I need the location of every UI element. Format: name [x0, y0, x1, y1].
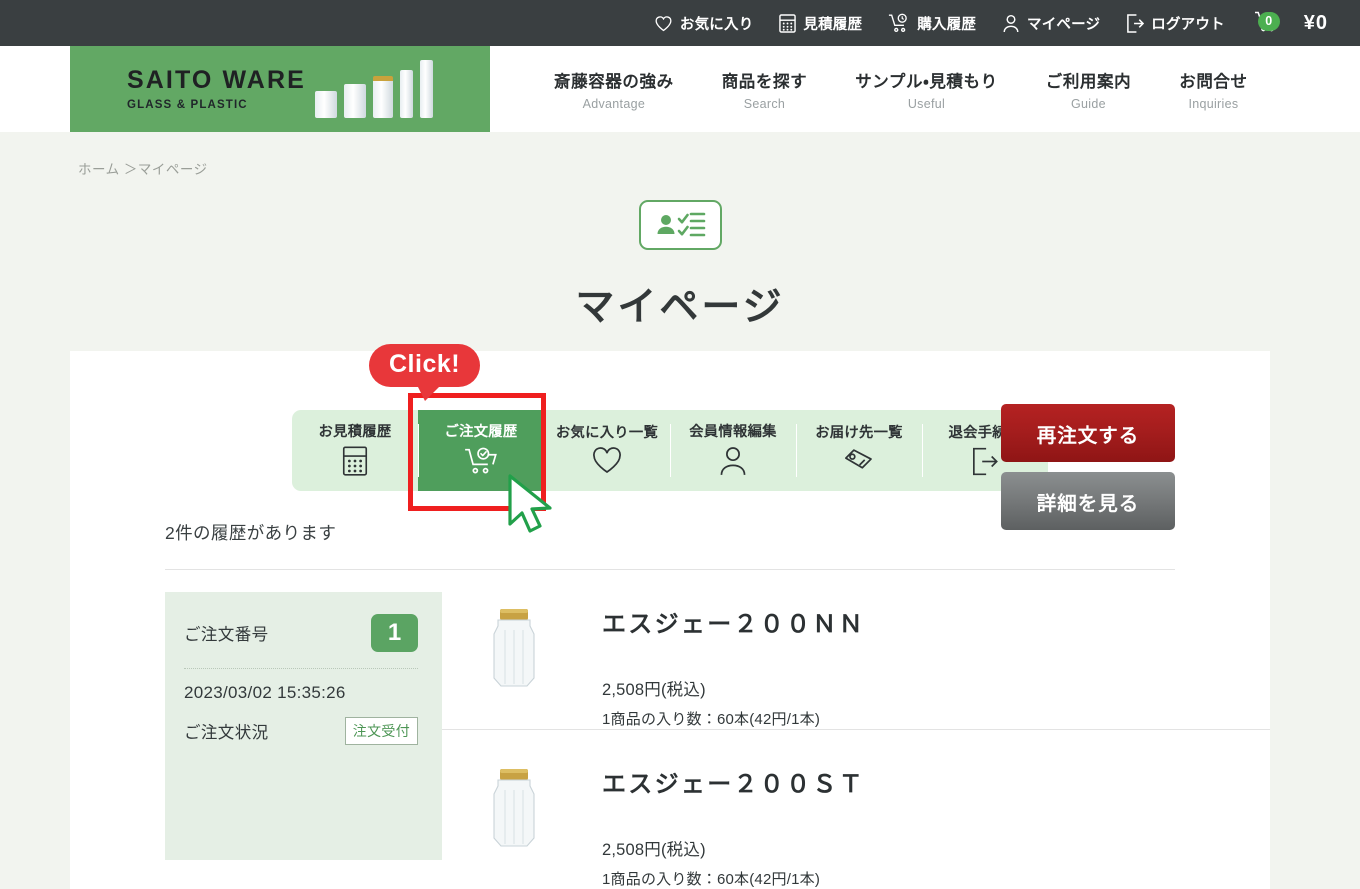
calculator-icon: [342, 446, 368, 481]
tab-label: お見積履歴: [318, 424, 392, 440]
cart-check-icon: [464, 446, 498, 481]
product-thumbnail[interactable]: [464, 760, 564, 860]
mypage-content-card: お見積履歴 ご注文履歴 お気に入り一覧 会員情報編集 お届け先一覧 退会手続き …: [70, 351, 1270, 889]
order-items-list: エスジェー２００ＮＮ 2,508円(税込) 1商品の入り数：60本(42円/1本…: [442, 592, 1270, 889]
id-card-checklist-icon: [638, 200, 722, 250]
nav-label-en: Advantage: [582, 96, 646, 111]
breadcrumb-current: マイページ: [137, 162, 208, 177]
topbar-label: ログアウト: [1151, 16, 1225, 33]
nav-label-ja: 商品を探す: [721, 72, 808, 91]
nav-item-inquiries[interactable]: お問合せ Inquiries: [1155, 68, 1271, 111]
history-divider: [165, 569, 1175, 570]
product-thumbnail[interactable]: [464, 600, 564, 700]
order-action-buttons: 再注文する 詳細を見る: [1001, 404, 1175, 530]
logo-bottle-images: [315, 60, 433, 118]
heart-icon: [592, 447, 622, 480]
product-name[interactable]: エスジェー２００ＳＴ: [602, 764, 865, 799]
cart-total-amount: ¥0: [1303, 11, 1328, 34]
breadcrumb-separator: ＞: [119, 162, 138, 177]
logout-icon: [1126, 13, 1145, 33]
tab-delivery-addresses[interactable]: お届け先一覧: [796, 410, 922, 491]
order-date: 2023/03/02 15:35:26: [184, 683, 346, 702]
tab-label: 会員情報編集: [689, 424, 777, 440]
breadcrumb-home[interactable]: ホーム: [78, 162, 120, 177]
topbar-item-favorites[interactable]: お気に入り: [641, 0, 767, 46]
nav-item-advantage[interactable]: 斎藤容器の強み Advantage: [530, 68, 698, 111]
site-header: SAITO WARE GLASS & PLASTIC 斎藤容器の強み Advan…: [0, 46, 1360, 132]
person-icon: [719, 446, 747, 481]
nav-label-en: Guide: [1071, 96, 1106, 111]
product-name[interactable]: エスジェー２００ＮＮ: [602, 604, 865, 639]
order-item: エスジェー２００ＳＴ 2,508円(税込) 1商品の入り数：60本(42円/1本…: [442, 729, 1270, 889]
breadcrumb: ホーム ＞マイページ: [0, 132, 1360, 178]
topbar-label: 見積履歴: [803, 16, 863, 33]
nav-label-en: Search: [743, 96, 786, 111]
site-logo[interactable]: SAITO WARE GLASS & PLASTIC: [70, 46, 490, 132]
tab-order-history[interactable]: ご注文履歴: [418, 410, 544, 491]
calculator-icon: [779, 13, 797, 33]
status-badge: 注文受付: [344, 717, 418, 745]
topbar-item-logout[interactable]: ログアウト: [1113, 0, 1238, 46]
tab-favorites-list[interactable]: お気に入り一覧: [544, 410, 670, 491]
view-detail-button[interactable]: 詳細を見る: [1001, 472, 1175, 530]
cart-clock-icon: [888, 13, 910, 33]
logo-main-text: SAITO WARE: [127, 65, 306, 94]
topbar-label: お気に入り: [679, 16, 754, 33]
tab-quote-history[interactable]: お見積履歴: [292, 410, 418, 491]
reorder-button[interactable]: 再注文する: [1001, 404, 1175, 462]
topbar-label: マイページ: [1027, 16, 1101, 33]
product-quantity: 1商品の入り数：60本(42円/1本): [602, 871, 821, 888]
page-header: マイページ: [0, 200, 1360, 332]
nav-label-ja: 斎藤容器の強み: [554, 72, 674, 91]
main-navigation: 斎藤容器の強み Advantage 商品を探す Search サンプル・見積もり…: [490, 46, 1360, 132]
tab-member-info-edit[interactable]: 会員情報編集: [670, 410, 796, 491]
topbar-item-quote-history[interactable]: 見積履歴: [766, 0, 875, 46]
top-utility-bar: お気に入り 見積履歴 購入履歴 マイページ ログアウト 0 ¥0: [0, 0, 1360, 46]
nav-item-guide[interactable]: ご利用案内 Guide: [1022, 68, 1156, 111]
tab-label: お気に入り一覧: [555, 425, 659, 441]
order-history-row: ご注文番号 1 2023/03/02 15:35:26 ご注文状況 注文受付 エ…: [165, 592, 1270, 889]
tag-icon: [843, 447, 875, 480]
mypage-tab-bar: お見積履歴 ご注文履歴 お気に入り一覧 会員情報編集 お届け先一覧 退会手続き: [292, 410, 1048, 491]
cart-count-badge: 0: [1257, 11, 1280, 31]
summary-dotted-divider: [184, 668, 418, 669]
product-info: エスジェー２００ＳＴ 2,508円(税込) 1商品の入り数：60本(42円/1本…: [602, 752, 865, 889]
nav-label-en: Useful: [907, 96, 946, 111]
click-callout-bubble: Click!: [369, 344, 481, 401]
nav-item-useful[interactable]: サンプル・見積もり Useful: [831, 68, 1022, 111]
heart-icon: [654, 15, 673, 32]
topbar-item-mypage[interactable]: マイページ: [989, 0, 1113, 46]
order-number-label: ご注文番号: [184, 626, 269, 644]
order-item: エスジェー２００ＮＮ 2,508円(税込) 1商品の入り数：60本(42円/1本…: [442, 592, 1270, 729]
cart-button[interactable]: 0: [1238, 10, 1290, 37]
product-info: エスジェー２００ＮＮ 2,508円(税込) 1商品の入り数：60本(42円/1本…: [602, 592, 865, 729]
nav-label-ja: お問合せ: [1179, 72, 1248, 91]
nav-item-search[interactable]: 商品を探す Search: [698, 68, 832, 111]
product-price: 2,508円(税込): [602, 841, 706, 859]
logo-sub-text: GLASS & PLASTIC: [127, 98, 248, 111]
topbar-item-purchase-history[interactable]: 購入履歴: [875, 0, 989, 46]
order-number-row: ご注文番号 1: [184, 614, 418, 652]
tab-label: お届け先一覧: [815, 425, 903, 441]
order-status-label: ご注文状況: [184, 724, 269, 742]
exit-icon: [971, 447, 999, 481]
product-price: 2,508円(税込): [602, 681, 706, 699]
nav-label-ja: サンプル・見積もり: [855, 72, 998, 91]
order-summary-panel: ご注文番号 1 2023/03/02 15:35:26 ご注文状況 注文受付: [165, 592, 442, 860]
logo-text-group: SAITO WARE GLASS & PLASTIC: [127, 65, 306, 111]
nav-label-ja: ご利用案内: [1045, 72, 1132, 91]
person-icon: [1002, 14, 1020, 33]
topbar-label: 購入履歴: [917, 16, 977, 33]
nav-label-en: Inquiries: [1188, 96, 1239, 111]
tab-label: ご注文履歴: [444, 424, 518, 440]
order-number-badge: 1: [371, 614, 418, 652]
order-status-row: ご注文状況 注文受付: [184, 717, 418, 745]
page-title: マイページ: [575, 286, 785, 329]
product-quantity: 1商品の入り数：60本(42円/1本): [602, 711, 821, 728]
